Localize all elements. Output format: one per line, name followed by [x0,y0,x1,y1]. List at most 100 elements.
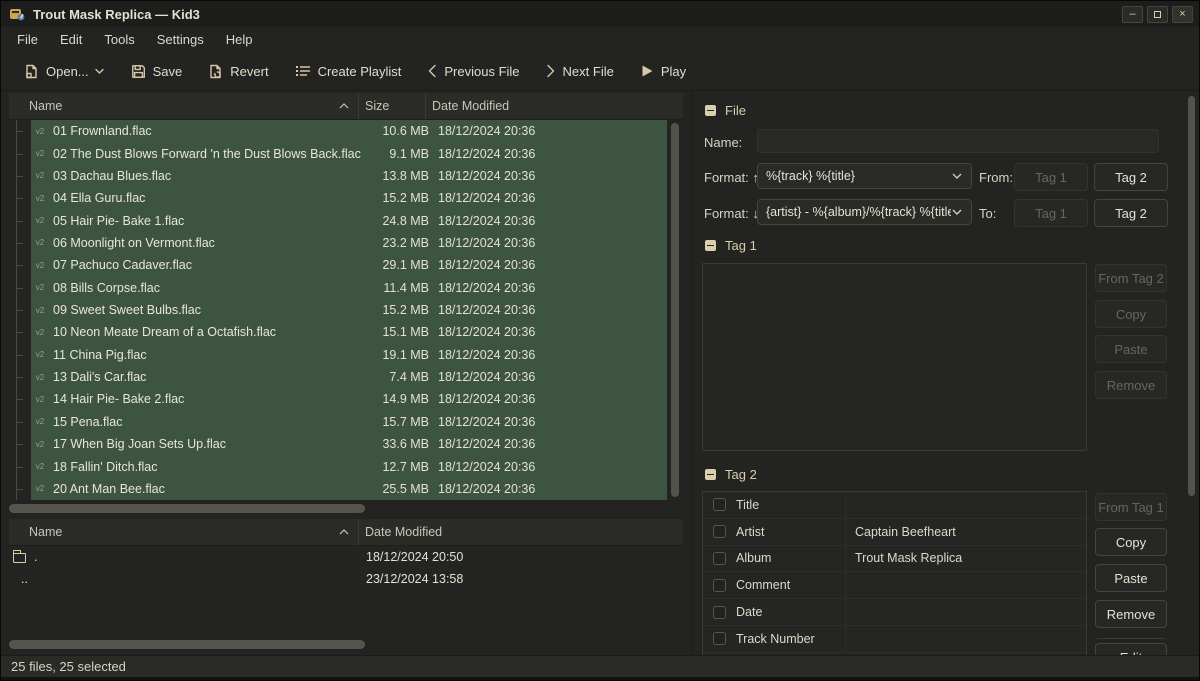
to-label: To: [979,206,996,221]
tag2-from-tag1-button[interactable]: From Tag 1 [1095,493,1167,521]
tree-branch [9,455,31,477]
field-checkbox[interactable] [713,525,726,538]
filename-input[interactable] [757,129,1159,153]
file-row[interactable]: v2 18 Fallin' Ditch.flac 12.7 MB 18/12/2… [9,455,667,477]
filename-to-tag1-button[interactable]: Tag 1 [1014,199,1088,227]
tag2-field-row[interactable]: Artist Captain Beefheart [703,519,1086,546]
tag2-field-row[interactable]: Date [703,599,1086,626]
filename-from-tag1-button[interactable]: Tag 1 [1014,163,1088,191]
field-checkbox[interactable] [713,579,726,592]
collapse-icon[interactable] [705,469,716,480]
tag-v2-badge: v2 [33,373,47,382]
tag2-field-row[interactable]: Track Number [703,626,1086,653]
tree-branch [9,165,31,187]
file-size: 9.1 MB [367,147,434,161]
field-checkbox[interactable] [713,552,726,565]
menu-file[interactable]: File [7,29,48,50]
field-label: Track Number [736,632,815,646]
minimize-button[interactable]: – [1122,6,1143,23]
chevron-down-icon[interactable] [94,67,105,75]
column-header-name[interactable]: Name [9,93,359,119]
file-date: 18/12/2024 20:36 [434,437,667,451]
field-checkbox[interactable] [713,498,726,511]
tag2-field-row[interactable]: Title [703,492,1086,519]
menu-help[interactable]: Help [216,29,263,50]
tag2-paste-button[interactable]: Paste [1095,564,1167,592]
tag2-section-header[interactable]: Tag 2 [705,467,757,482]
file-date: 18/12/2024 20:36 [434,348,667,362]
file-row[interactable]: v2 04 Ella Guru.flac 15.2 MB 18/12/2024 … [9,187,667,209]
file-row[interactable]: v2 09 Sweet Sweet Bulbs.flac 15.2 MB 18/… [9,299,667,321]
field-value[interactable]: Trout Mask Replica [846,551,1086,565]
tag-v2-badge: v2 [33,440,47,449]
format-from-tag-combobox[interactable]: %{track} %{title} [757,163,972,189]
window-title: Trout Mask Replica — Kid3 [33,7,200,22]
directory-row[interactable]: . 18/12/2024 20:50 [9,546,683,568]
file-row[interactable]: v2 13 Dali's Car.flac 7.4 MB 18/12/2024 … [9,366,667,388]
collapse-icon[interactable] [705,240,716,251]
next-file-button[interactable]: Next File [537,58,623,85]
tag2-remove-button[interactable]: Remove [1095,600,1167,628]
filename-to-tag2-button[interactable]: Tag 2 [1094,199,1168,227]
file-row[interactable]: v2 17 When Big Joan Sets Up.flac 33.6 MB… [9,433,667,455]
tag-v2-badge: v2 [33,238,47,247]
file-row[interactable]: v2 07 Pachuco Cadaver.flac 29.1 MB 18/12… [9,254,667,276]
tag2-field-row[interactable]: Comment [703,572,1086,599]
close-button[interactable]: × [1172,6,1193,23]
file-row[interactable]: v2 15 Pena.flac 15.7 MB 18/12/2024 20:36 [9,411,667,433]
file-list-vertical-scrollbar[interactable] [671,123,679,497]
directory-row[interactable]: .. 23/12/2024 13:58 [9,568,683,590]
column-header-name[interactable]: Name [9,519,359,545]
tag2-edit-button[interactable]: Edit [1095,643,1167,655]
tree-branch [9,478,31,500]
file-list-header: Name Size Date Modified [9,93,683,120]
file-name: 20 Ant Man Bee.flac [53,482,165,496]
file-row[interactable]: v2 03 Dachau Blues.flac 13.8 MB 18/12/20… [9,165,667,187]
field-label: Album [736,551,771,565]
menu-edit[interactable]: Edit [50,29,92,50]
file-date: 18/12/2024 20:36 [434,370,667,384]
tag-v2-badge: v2 [33,395,47,404]
filename-from-tag2-button[interactable]: Tag 2 [1094,163,1168,191]
save-button[interactable]: Save [122,58,192,85]
file-row[interactable]: v2 08 Bills Corpse.flac 11.4 MB 18/12/20… [9,277,667,299]
field-checkbox[interactable] [713,632,726,645]
field-checkbox[interactable] [713,606,726,619]
file-row[interactable]: v2 01 Frownland.flac 10.6 MB 18/12/2024 … [9,120,667,142]
file-row[interactable]: v2 06 Moonlight on Vermont.flac 23.2 MB … [9,232,667,254]
format-to-tag-combobox[interactable]: {artist} - %{album}/%{track} %{title} [757,199,972,225]
file-row[interactable]: v2 05 Hair Pie- Bake 1.flac 24.8 MB 18/1… [9,209,667,231]
tag-panel-vertical-scrollbar[interactable] [1188,96,1195,496]
play-icon [640,64,654,78]
file-section-header[interactable]: File [705,103,746,118]
file-row[interactable]: v2 14 Hair Pie- Bake 2.flac 14.9 MB 18/1… [9,388,667,410]
menu-settings[interactable]: Settings [147,29,214,50]
tag2-copy-button[interactable]: Copy [1095,528,1167,556]
directory-list-horizontal-scrollbar[interactable] [9,640,365,649]
column-header-size[interactable]: Size [359,93,426,119]
file-row[interactable]: v2 10 Neon Meate Dream of a Octafish.fla… [9,321,667,343]
tag1-paste-button[interactable]: Paste [1095,335,1167,363]
file-row[interactable]: v2 20 Ant Man Bee.flac 25.5 MB 18/12/202… [9,478,667,500]
menu-tools[interactable]: Tools [94,29,144,50]
play-button[interactable]: Play [631,58,695,85]
tag2-field-row[interactable]: Album Trout Mask Replica [703,546,1086,573]
collapse-icon[interactable] [705,105,716,116]
tag1-from-tag2-button[interactable]: From Tag 2 [1095,264,1167,292]
tag1-remove-button[interactable]: Remove [1095,371,1167,399]
tag1-section-header[interactable]: Tag 1 [705,238,757,253]
maximize-button[interactable] [1147,6,1168,23]
file-row[interactable]: v2 11 China Pig.flac 19.1 MB 18/12/2024 … [9,344,667,366]
previous-file-button[interactable]: Previous File [418,58,528,85]
tag1-copy-button[interactable]: Copy [1095,300,1167,328]
file-list-horizontal-scrollbar[interactable] [9,504,365,513]
column-header-date[interactable]: Date Modified [426,93,683,119]
file-row[interactable]: v2 02 The Dust Blows Forward 'n the Dust… [9,142,667,164]
field-value[interactable]: Captain Beefheart [846,525,1086,539]
column-header-date[interactable]: Date Modified [359,519,683,545]
tag2-fields-table: Title Artist Captain Beefheart [702,491,1087,655]
file-size: 14.9 MB [367,392,434,406]
open-button[interactable]: Open... [15,58,114,85]
create-playlist-button[interactable]: Create Playlist [286,58,411,85]
revert-button[interactable]: Revert [199,58,277,85]
